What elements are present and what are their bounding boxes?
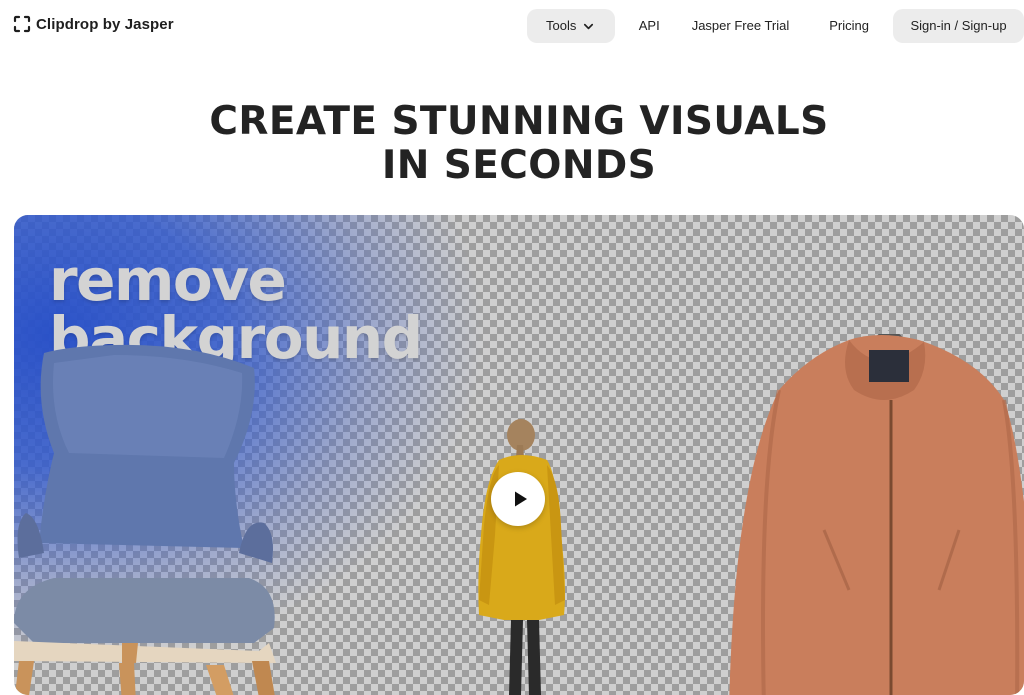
- jacket-image: [729, 330, 1024, 695]
- nav-tools-dropdown[interactable]: Tools: [526, 9, 615, 43]
- headline-line-2: IN SECONDS: [381, 143, 657, 188]
- chair-image: [14, 344, 276, 695]
- headline-line-1: CREATE STUNNING VISUALS: [209, 99, 829, 144]
- top-header: Clipdrop by Jasper Tools API Jasper Free…: [0, 0, 1024, 52]
- main-nav: Tools API Jasper Free Trial Pricing Sign…: [526, 9, 1024, 43]
- person-image: [478, 419, 565, 695]
- nav-free-trial-link[interactable]: Jasper Free Trial: [692, 9, 790, 43]
- play-icon: [514, 491, 527, 507]
- signin-button[interactable]: Sign-in / Sign-up: [893, 9, 1024, 43]
- crop-frame-icon: [13, 15, 31, 33]
- play-button[interactable]: [491, 472, 545, 526]
- hero-title-line-1: remove: [49, 246, 287, 314]
- page-headline: CREATE STUNNING VISUALS IN SECONDS: [0, 100, 1024, 188]
- chevron-down-icon: [584, 23, 594, 29]
- brand-name: Clipdrop by Jasper: [36, 15, 174, 33]
- hero-video[interactable]: remove background: [14, 215, 1024, 695]
- nav-pricing-link[interactable]: Pricing: [829, 9, 869, 43]
- brand-logo[interactable]: Clipdrop by Jasper: [13, 15, 174, 33]
- nav-api-link[interactable]: API: [639, 9, 660, 43]
- nav-tools-label: Tools: [546, 18, 577, 33]
